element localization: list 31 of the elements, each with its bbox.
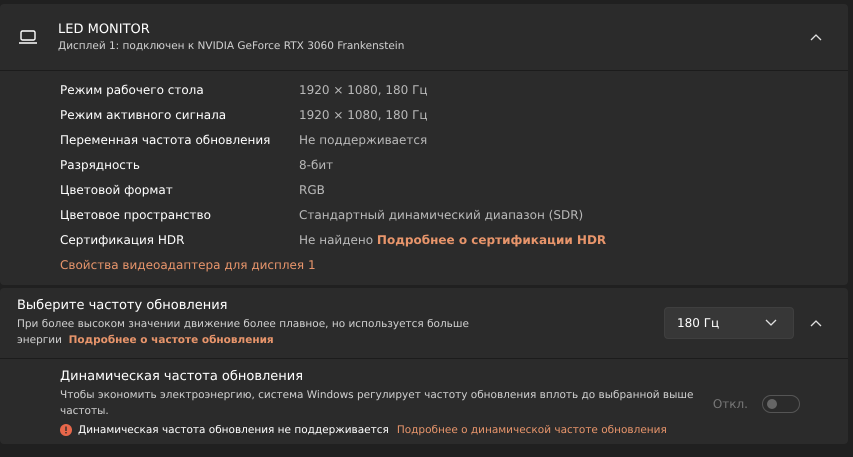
property-value: Не поддерживается [299, 132, 428, 149]
property-value: RGB [299, 182, 326, 199]
property-value: 1920 × 1080, 180 Гц [299, 107, 429, 124]
adapter-properties-link[interactable]: Свойства видеоадаптера для дисплея 1 [60, 256, 848, 275]
monitor-title: LED MONITOR [58, 22, 151, 37]
chevron-down-icon [765, 319, 777, 327]
toggle-label: Откл. [712, 396, 748, 410]
dynamic-refresh-description: Чтобы экономить электроэнергию, система Windows регулирует частоту обновления вплоть до выбранной выше частоты. [60, 388, 694, 419]
refresh-rate-dropdown[interactable]: 180 Гц [664, 307, 794, 339]
property-label: Сертификация HDR [60, 232, 186, 249]
monitor-subtitle: Дисплей 1: подключен к NVIDIA GeForce RTX 3060 Frankenstein [58, 40, 406, 52]
property-label: Режим активного сигнала [60, 107, 228, 124]
property-value: Стандартный динамический диапазон (SDR) [299, 207, 584, 224]
refresh-description: При более высоком значении движение более плавное, но используется больше энергии Подробнее о частоте обновления [17, 317, 470, 348]
hdr-link[interactable]: Подробнее о сертификации HDR [376, 233, 606, 247]
dynamic-refresh-title: Динамическая частота обновления [60, 369, 304, 384]
property-label: Цветовое пространство [60, 207, 212, 224]
property-value: Не найдено Подробнее о сертификации HDR [299, 232, 608, 249]
refresh-link[interactable]: Подробнее о частоте обновления [68, 334, 274, 346]
property-value: 8-бит [299, 157, 334, 174]
chevron-up-icon [810, 33, 822, 41]
property-label: Цветовой формат [60, 182, 174, 199]
warning-icon [60, 424, 72, 436]
property-label: Разрядность [60, 157, 141, 174]
property-value: 1920 × 1080, 180 Гц [299, 82, 429, 99]
laptop-icon [18, 30, 38, 44]
chevron-up-icon [810, 319, 822, 327]
property-label: Переменная частота обновления [60, 132, 272, 149]
warning-text: Динамическая частота обновления не поддерживается [78, 423, 389, 438]
property-label: Режим рабочего стола [60, 82, 205, 99]
refresh-title: Выберите частоту обновления [17, 298, 228, 313]
